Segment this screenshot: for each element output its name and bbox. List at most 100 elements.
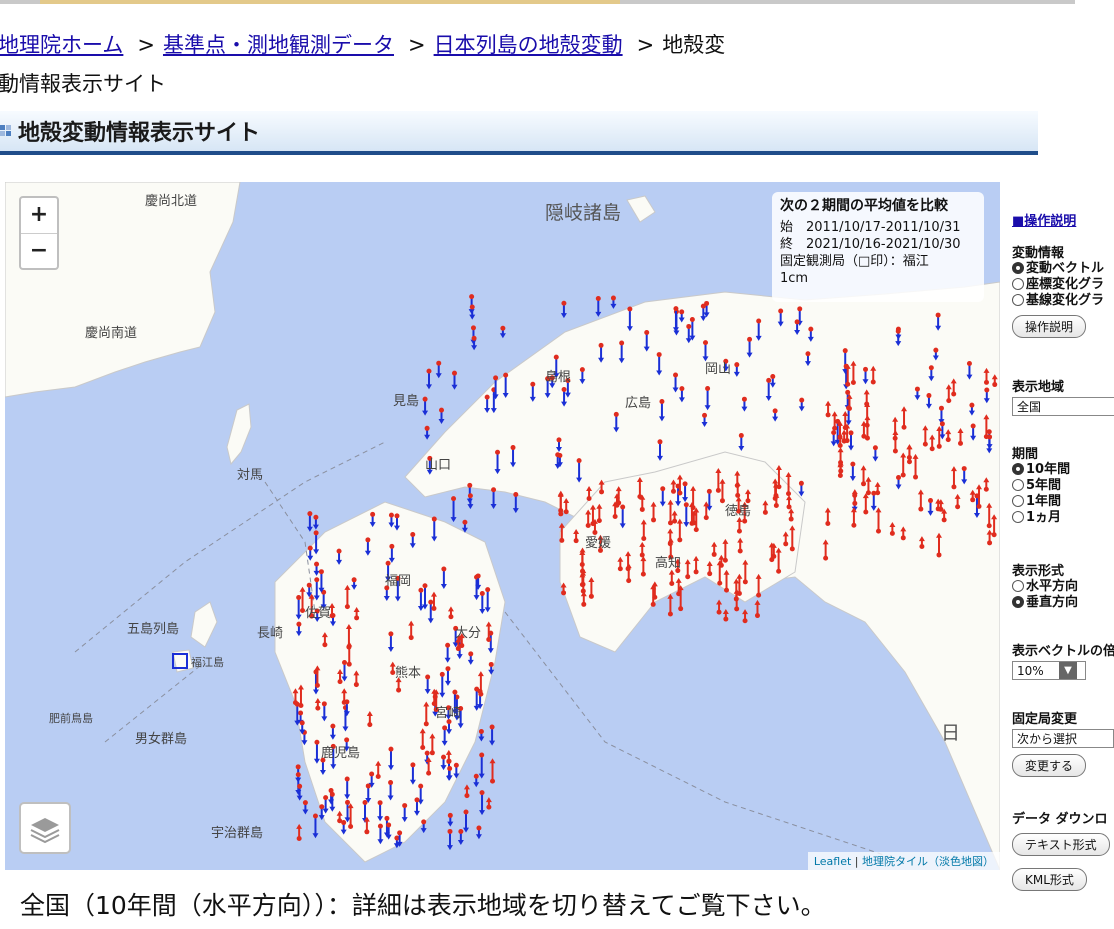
gnss-station bbox=[776, 568, 782, 574]
gnss-station bbox=[596, 518, 602, 524]
gnss-station bbox=[298, 710, 304, 716]
gnss-station bbox=[737, 548, 743, 554]
gnss-station bbox=[685, 574, 691, 580]
gnss-station bbox=[936, 443, 942, 449]
gnss-station bbox=[315, 705, 321, 711]
gnss-station bbox=[490, 778, 496, 784]
gnss-station bbox=[938, 405, 944, 411]
help-link[interactable]: ■操作説明 bbox=[1012, 214, 1076, 229]
gnss-station bbox=[375, 774, 381, 780]
gnss-station bbox=[986, 429, 992, 435]
vector-arrowhead bbox=[467, 504, 474, 510]
info-fixed-station: 固定観測局（□印）：福江 bbox=[780, 254, 929, 269]
breadcrumb-link-geodetic[interactable]: 基準点・測地観測データ bbox=[163, 33, 394, 57]
gnss-station bbox=[377, 823, 383, 829]
gnss-station bbox=[976, 503, 982, 509]
gnss-station bbox=[794, 319, 800, 325]
radio-baseline-graph[interactable]: 基線変化グラ bbox=[1012, 293, 1104, 309]
gnss-station bbox=[590, 521, 596, 527]
gnss-station bbox=[468, 651, 474, 657]
gnss-station bbox=[639, 506, 645, 512]
gnss-station bbox=[955, 504, 961, 510]
radio-vector[interactable]: 変動ベクトル bbox=[1012, 261, 1104, 277]
vector-arrowhead bbox=[478, 736, 485, 742]
gnss-station bbox=[672, 518, 678, 524]
map-label: 徳島 bbox=[725, 504, 752, 519]
gnss-station bbox=[386, 822, 392, 828]
tiles-link[interactable]: 地理院タイル（淡色地図） bbox=[862, 855, 994, 868]
help-button[interactable]: 操作説明 bbox=[1012, 315, 1087, 338]
gnss-station bbox=[307, 545, 313, 551]
map-label: 熊本 bbox=[395, 666, 422, 681]
breadcrumb-current-cont: 動情報表示サイト bbox=[0, 72, 166, 96]
radio-vertical[interactable]: 垂直方向 bbox=[1012, 595, 1078, 611]
gnss-station bbox=[941, 517, 947, 523]
gnss-station bbox=[798, 480, 804, 486]
change-button[interactable]: 変更する bbox=[1012, 754, 1087, 777]
map-view[interactable]: 慶尚北道 慶尚南道 隠岐諸島 日 男女群島 五島列島 宇治群島 対馬 見島 山口… bbox=[5, 182, 1000, 870]
zoom-out-button[interactable]: − bbox=[21, 234, 57, 269]
gnss-station bbox=[716, 609, 722, 615]
zoom-in-button[interactable]: + bbox=[21, 198, 57, 234]
gnss-station bbox=[342, 659, 348, 665]
gnss-station bbox=[756, 318, 762, 324]
gnss-station bbox=[670, 488, 676, 494]
gnss-station bbox=[471, 335, 477, 341]
breadcrumb-link-crustal[interactable]: 日本列島の地殻変動 bbox=[434, 33, 623, 57]
change-info-label: 変動情報 bbox=[1012, 246, 1065, 261]
gnss-station bbox=[928, 365, 934, 371]
layers-button[interactable] bbox=[19, 802, 71, 854]
page-title: 地殻変動情報表示サイト bbox=[18, 121, 261, 146]
radio-coord-graph[interactable]: 座標変化グラ bbox=[1012, 277, 1104, 293]
gnss-station bbox=[644, 329, 650, 335]
radio-1m[interactable]: 1ヵ月 bbox=[1012, 510, 1070, 526]
map-label: 慶尚北道 bbox=[145, 194, 198, 209]
gnss-station bbox=[488, 661, 494, 667]
gnss-station bbox=[418, 587, 424, 593]
gnss-station bbox=[652, 594, 658, 600]
info-scale: 1cm bbox=[780, 271, 809, 286]
gnss-station bbox=[895, 328, 901, 334]
radio-10y[interactable]: 10年間 bbox=[1012, 462, 1070, 478]
gnss-station bbox=[491, 487, 497, 493]
gnss-station bbox=[700, 303, 706, 309]
gnss-station bbox=[783, 541, 789, 547]
radio-1y[interactable]: 1年間 bbox=[1012, 494, 1070, 510]
gnss-station bbox=[766, 377, 772, 383]
gnss-station bbox=[736, 590, 742, 596]
breadcrumb-link-home[interactable]: 地理院ホーム bbox=[0, 33, 123, 57]
gnss-station bbox=[354, 615, 360, 621]
gnss-station bbox=[348, 824, 354, 830]
map-label: 男女群島 bbox=[135, 732, 188, 747]
radio-5y[interactable]: 5年間 bbox=[1012, 478, 1070, 494]
gnss-station bbox=[929, 446, 935, 452]
map-label: 岡山 bbox=[705, 362, 732, 377]
breadcrumb-separator: > bbox=[636, 33, 655, 57]
region-select[interactable]: 全国 bbox=[1012, 397, 1114, 416]
map-label: 長崎 bbox=[257, 626, 284, 641]
gnss-station bbox=[983, 486, 989, 492]
gnss-station bbox=[627, 306, 633, 312]
gnss-station bbox=[330, 723, 336, 729]
gnss-station bbox=[805, 351, 811, 357]
gnss-station bbox=[832, 425, 838, 431]
gnss-station bbox=[314, 682, 320, 688]
gnss-station bbox=[831, 430, 837, 436]
gnss-station bbox=[312, 813, 318, 819]
gnss-station bbox=[705, 386, 711, 392]
vector-scale-select[interactable]: 10% ▼ bbox=[1012, 661, 1086, 680]
leaflet-link[interactable]: Leaflet bbox=[814, 855, 851, 868]
kml-format-button[interactable]: KML形式 bbox=[1012, 868, 1087, 891]
period-label: 期間 bbox=[1012, 447, 1039, 462]
region-label: 表示地域 bbox=[1012, 380, 1065, 395]
radio-horizontal[interactable]: 水平方向 bbox=[1012, 579, 1078, 595]
gnss-station bbox=[667, 611, 673, 617]
fixed-station-select[interactable]: 次から選択 bbox=[1012, 729, 1114, 748]
gnss-station bbox=[345, 799, 351, 805]
gnss-station bbox=[388, 631, 394, 637]
text-format-button[interactable]: テキスト形式 bbox=[1012, 833, 1110, 856]
gnss-station bbox=[563, 509, 569, 515]
gnss-station bbox=[825, 521, 831, 527]
gnss-station bbox=[414, 797, 420, 803]
breadcrumb: 地理院ホーム > 基準点・測地観測データ > 日本列島の地殻変動 > 地殻変 動情報表示サイ… bbox=[0, 26, 998, 104]
